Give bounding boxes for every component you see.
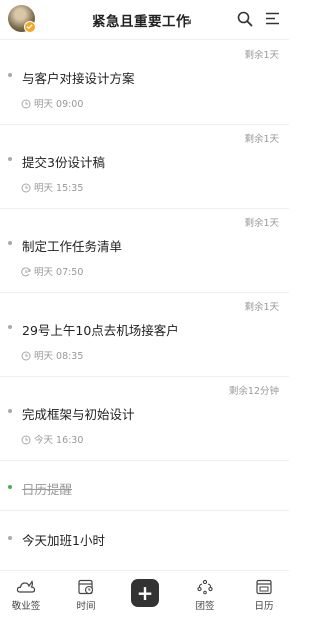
avatar-badge-icon — [24, 21, 36, 33]
list-item[interactable]: 剩余1天 提交3份设计稿 明天 15:35 — [0, 125, 289, 209]
page-title[interactable]: 紧急且重要工作 — [92, 10, 190, 30]
top-bar: 紧急且重要工作 — [0, 0, 289, 40]
add-button[interactable]: + — [131, 579, 159, 607]
clock-icon — [21, 183, 31, 193]
list-item[interactable]: 剩余1天 与客户对接设计方案 明天 09:00 — [0, 41, 289, 125]
team-icon — [197, 579, 213, 595]
bottom-nav: 敬业签 时间 + 团签 日历 — [0, 570, 289, 619]
remaining-time: 剩余1天 — [244, 134, 279, 145]
remaining-time: 剩余1天 — [244, 218, 279, 229]
nav-label: 时间 — [76, 601, 96, 612]
completed-dot — [8, 485, 12, 489]
bullet-dot — [8, 325, 12, 329]
nav-item-calendar[interactable]: 日历 — [239, 579, 289, 612]
reminder-time: 明天 08:35 — [21, 348, 83, 362]
reminder-time: 今天 16:30 — [21, 432, 83, 446]
task-title: 29号上午10点去机场接客户 — [22, 323, 179, 338]
repeat-clock-icon — [21, 267, 31, 277]
remaining-time: 剩余1天 — [244, 302, 279, 313]
task-title: 日历提醒 — [22, 482, 73, 497]
reminder-time-text: 今天 16:30 — [34, 435, 84, 446]
clock-icon — [21, 435, 31, 445]
list-item[interactable]: 剩余12分钟 完成框架与初始设计 今天 16:30 — [0, 377, 289, 461]
dropdown-caret-icon[interactable] — [186, 19, 191, 24]
nav-item-team[interactable]: 团签 — [180, 579, 230, 612]
task-title: 提交3份设计稿 — [22, 155, 105, 170]
reminder-time: 明天 09:00 — [21, 96, 83, 110]
reminder-time-text: 明天 09:00 — [34, 99, 84, 110]
list-item[interactable]: 剩余1天 29号上午10点去机场接客户 明天 08:35 — [0, 293, 289, 377]
calendar-icon — [256, 579, 272, 595]
bullet-dot — [8, 73, 12, 77]
task-title: 今天加班1小时 — [22, 533, 105, 548]
search-icon[interactable] — [237, 11, 253, 27]
reminder-time-text: 明天 15:35 — [34, 183, 84, 194]
reminder-time: 明天 15:35 — [21, 180, 83, 194]
nav-label: 团签 — [195, 601, 215, 612]
nav-label: 敬业签 — [11, 601, 41, 612]
list-item[interactable]: 今天加班1小时 — [0, 511, 289, 563]
bullet-dot — [8, 157, 12, 161]
task-list: 剩余1天 与客户对接设计方案 明天 09:00 剩余1天 提交3份设计稿 明天 … — [0, 41, 289, 563]
calendar-reminder-item[interactable]: 日历提醒 — [0, 461, 289, 511]
reminder-time: 明天 07:50 — [21, 264, 83, 278]
calendar-clock-icon — [78, 579, 94, 595]
bullet-dot — [8, 536, 12, 540]
bullet-dot — [8, 409, 12, 413]
task-title: 制定工作任务清单 — [22, 239, 123, 254]
remaining-time: 剩余1天 — [244, 50, 279, 61]
reminder-time-text: 明天 07:50 — [34, 267, 84, 278]
list-item[interactable]: 剩余1天 制定工作任务清单 明天 07:50 — [0, 209, 289, 293]
task-title: 完成框架与初始设计 — [22, 407, 135, 422]
nav-label: 日历 — [254, 601, 274, 612]
cloud-note-icon — [16, 580, 36, 593]
clock-icon — [21, 351, 31, 361]
app-root: 紧急且重要工作 剩余1天 与客户对接设计方案 明天 09:00 剩余1天 提交3… — [0, 0, 289, 619]
remaining-time: 剩余12分钟 — [228, 386, 279, 397]
task-title: 与客户对接设计方案 — [22, 71, 135, 86]
nav-item-time[interactable]: 时间 — [61, 579, 111, 612]
menu-icon[interactable] — [265, 11, 280, 26]
bullet-dot — [8, 241, 12, 245]
clock-icon — [21, 99, 31, 109]
reminder-time-text: 明天 08:35 — [34, 351, 84, 362]
nav-item-jingyeqian[interactable]: 敬业签 — [1, 579, 51, 612]
